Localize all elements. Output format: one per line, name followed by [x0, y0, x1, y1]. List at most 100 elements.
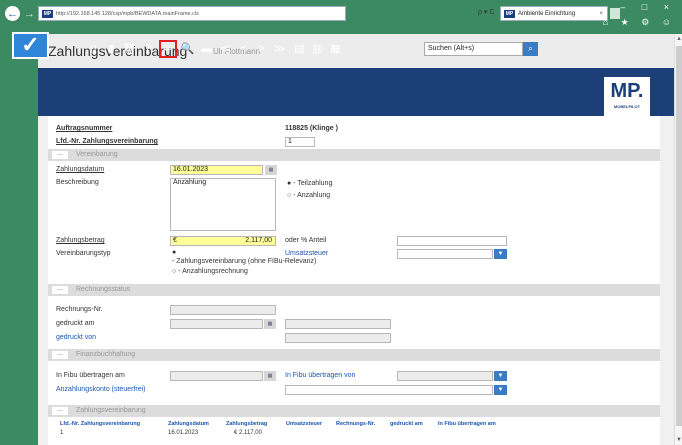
site-icon: MP: [42, 9, 53, 18]
zahlungsdatum-label: Zahlungsdatum: [56, 166, 105, 173]
forward-button[interactable]: →: [22, 6, 37, 21]
collapse-toggle-icon[interactable]: —: [52, 151, 68, 159]
rechnungsnr-field: [170, 305, 276, 315]
scroll-thumb[interactable]: [676, 46, 682, 426]
browser-chrome: ← → MP http://192.168.145.128/csp/mpb/BE…: [0, 0, 682, 34]
last-icon[interactable]: ≫: [272, 42, 287, 56]
search-icon[interactable]: ⌕: [523, 42, 538, 56]
lfd-nr-field[interactable]: 1: [285, 137, 315, 147]
section-rechnungsstatus[interactable]: — Rechnungsstatus: [48, 284, 660, 296]
search-input[interactable]: Suchen (Alt+s): [424, 42, 523, 56]
oder-anteil-label: oder % Anteil: [285, 237, 327, 244]
cell: 16.01.2023: [168, 430, 199, 436]
rechnungsnr-label: Rechnungs-Nr.: [56, 306, 103, 313]
first-icon[interactable]: ≪: [218, 42, 233, 56]
currency-symbol: €: [173, 237, 177, 244]
bookmark-icon[interactable]: ▮: [104, 42, 119, 56]
tab-site-icon: MP: [504, 9, 515, 18]
address-text: http://192.168.145.128/csp/mpb/BEWDATA.m…: [56, 10, 199, 17]
app-window: Zahlungsvereinbarung Uli Flottmann Suche…: [38, 34, 674, 445]
back-arrow-icon[interactable]: ⇐: [159, 40, 177, 58]
section-title: Vereinbarung: [76, 151, 118, 158]
browser-tab[interactable]: MP Ambiente Einrichtung ×: [500, 6, 608, 21]
section-title: Finanzbuchhaltung: [76, 351, 136, 358]
gedruckt-am-label: gedruckt am: [56, 320, 95, 327]
col-header[interactable]: Umsatzsteuer: [286, 421, 322, 427]
trash-icon[interactable]: 🗑: [122, 42, 137, 56]
confirm-button[interactable]: ✓: [12, 32, 49, 59]
image-icon[interactable]: ▦: [328, 42, 343, 56]
col-header[interactable]: Lfd.-Nr. Zahlungsvereinbarung: [60, 421, 140, 427]
scrollbar[interactable]: ▲ ▼: [674, 34, 682, 445]
col-header[interactable]: Rechnungs-Nr.: [336, 421, 375, 427]
radio-zahlungsvereinbarung[interactable]: ●: [172, 249, 176, 256]
prev-icon[interactable]: <: [236, 42, 251, 56]
anzahlungskonto-select[interactable]: [285, 385, 493, 395]
mobelpilot-logo: MP. MOBELPILOT: [604, 77, 650, 117]
fibu-von-select: [397, 371, 493, 381]
next-icon[interactable]: >: [254, 42, 269, 56]
logo-text: MP.: [610, 80, 644, 102]
main-toolbar: [38, 68, 674, 116]
tab-close-icon[interactable]: ×: [599, 11, 603, 17]
col-header[interactable]: Zahlungsbetrag: [226, 421, 267, 427]
back-button[interactable]: ←: [5, 6, 20, 21]
gedruckt-am-extra-field: [285, 319, 391, 329]
calendar-icon[interactable]: ▦: [265, 165, 277, 175]
lfd-nr-label: Lfd.-Nr. Zahlungsvereinbarung: [56, 138, 158, 145]
umsatzsteuer-link[interactable]: Umsatzsteuer: [285, 250, 328, 257]
col-header[interactable]: Zahlungsdatum: [168, 421, 209, 427]
zahlungsdatum-field[interactable]: 16.01.2023: [170, 165, 263, 175]
copy-icon[interactable]: ▤: [292, 42, 307, 56]
radio-anzahlungsrechnung[interactable]: ○ - Anzahlungsrechnung: [172, 268, 248, 275]
gedruckt-am-field: [170, 319, 263, 329]
cell: 1: [60, 430, 64, 436]
zahlungsbetrag-value: 2.117,00: [245, 237, 272, 244]
section-zahlungsvereinbarung[interactable]: — Zahlungsvereinbarung: [48, 405, 660, 417]
calendar-icon: ▦: [264, 371, 276, 381]
auftragsnummer-value: 118825 (Klinge ): [285, 125, 338, 132]
calendar-icon: ▦: [264, 319, 276, 329]
table-header: Lfd.-Nr. Zahlungsvereinbarung Zahlungsda…: [50, 421, 658, 429]
gedruckt-von-link[interactable]: gedruckt von: [56, 334, 96, 341]
fibu-am-label: In Fibu übertragen am: [56, 372, 125, 379]
anzahlungskonto-link[interactable]: Anzahlungskonto (steuerfrei): [56, 386, 146, 393]
beschreibung-textarea[interactable]: Anzahlung: [170, 178, 276, 231]
radio-anzahlung[interactable]: ○ - Anzahlung: [287, 192, 330, 199]
section-title: Rechnungsstatus: [76, 286, 131, 293]
section-vereinbarung[interactable]: — Vereinbarung: [48, 149, 660, 161]
search-zoom-icon[interactable]: 🔍: [180, 42, 195, 56]
col-header[interactable]: gedruckt am: [390, 421, 423, 427]
anteil-field[interactable]: [397, 236, 507, 246]
new-doc-icon[interactable]: ▯: [86, 42, 101, 56]
dropdown-arrow-icon[interactable]: ▼: [494, 371, 507, 381]
col-header[interactable]: In Fibu übertragen am: [438, 421, 496, 427]
address-bar[interactable]: MP http://192.168.145.128/csp/mpb/BEWDAT…: [38, 6, 346, 21]
section-finanzbuchhaltung[interactable]: — Finanzbuchhaltung: [48, 349, 660, 361]
typ-option-1-label: - Zahlungsvereinbarung (ohne FIBu-Releva…: [172, 258, 317, 265]
radio-teilzahlung[interactable]: ● - Teilzahlung: [287, 180, 332, 187]
collapse-toggle-icon[interactable]: —: [52, 286, 68, 294]
dropdown-arrow-icon[interactable]: ▼: [494, 385, 507, 395]
scroll-down-icon[interactable]: ▼: [676, 437, 682, 443]
address-tools-icon[interactable]: ρ ▾ C: [478, 8, 494, 16]
auftragsnummer-label: Auftragsnummer: [56, 125, 113, 132]
print-icon[interactable]: ▬: [199, 42, 214, 56]
scroll-up-icon[interactable]: ▲: [676, 36, 682, 42]
logo-subtext: MOBELPILOT: [613, 104, 641, 109]
fibu-am-field: [170, 371, 263, 381]
zahlungsbetrag-label: Zahlungsbetrag: [56, 237, 105, 244]
table-row[interactable]: 1 16.01.2023 € 2.117,00: [50, 430, 658, 438]
zahlungsbetrag-field[interactable]: € 2.117,00: [170, 236, 276, 246]
help-icon[interactable]: ?: [140, 42, 155, 56]
collapse-toggle-icon[interactable]: —: [52, 351, 68, 359]
umsatzsteuer-select[interactable]: [397, 249, 493, 259]
dropdown-arrow-icon[interactable]: ▼: [494, 249, 507, 259]
fibu-von-link[interactable]: In Fibu übertragen von: [285, 372, 355, 379]
form-content: Auftragsnummer 118825 (Klinge ) Lfd.-Nr.…: [48, 116, 660, 445]
collapse-toggle-icon[interactable]: —: [52, 407, 68, 415]
vereinbarungstyp-label: Vereinbarungstyp: [56, 250, 111, 257]
doc-edit-icon[interactable]: ▥: [310, 42, 325, 56]
browser-toolbar-icons[interactable]: ⌂ ★ ⚙ ☺: [603, 17, 676, 28]
window-controls[interactable]: – □ ×: [620, 2, 676, 12]
